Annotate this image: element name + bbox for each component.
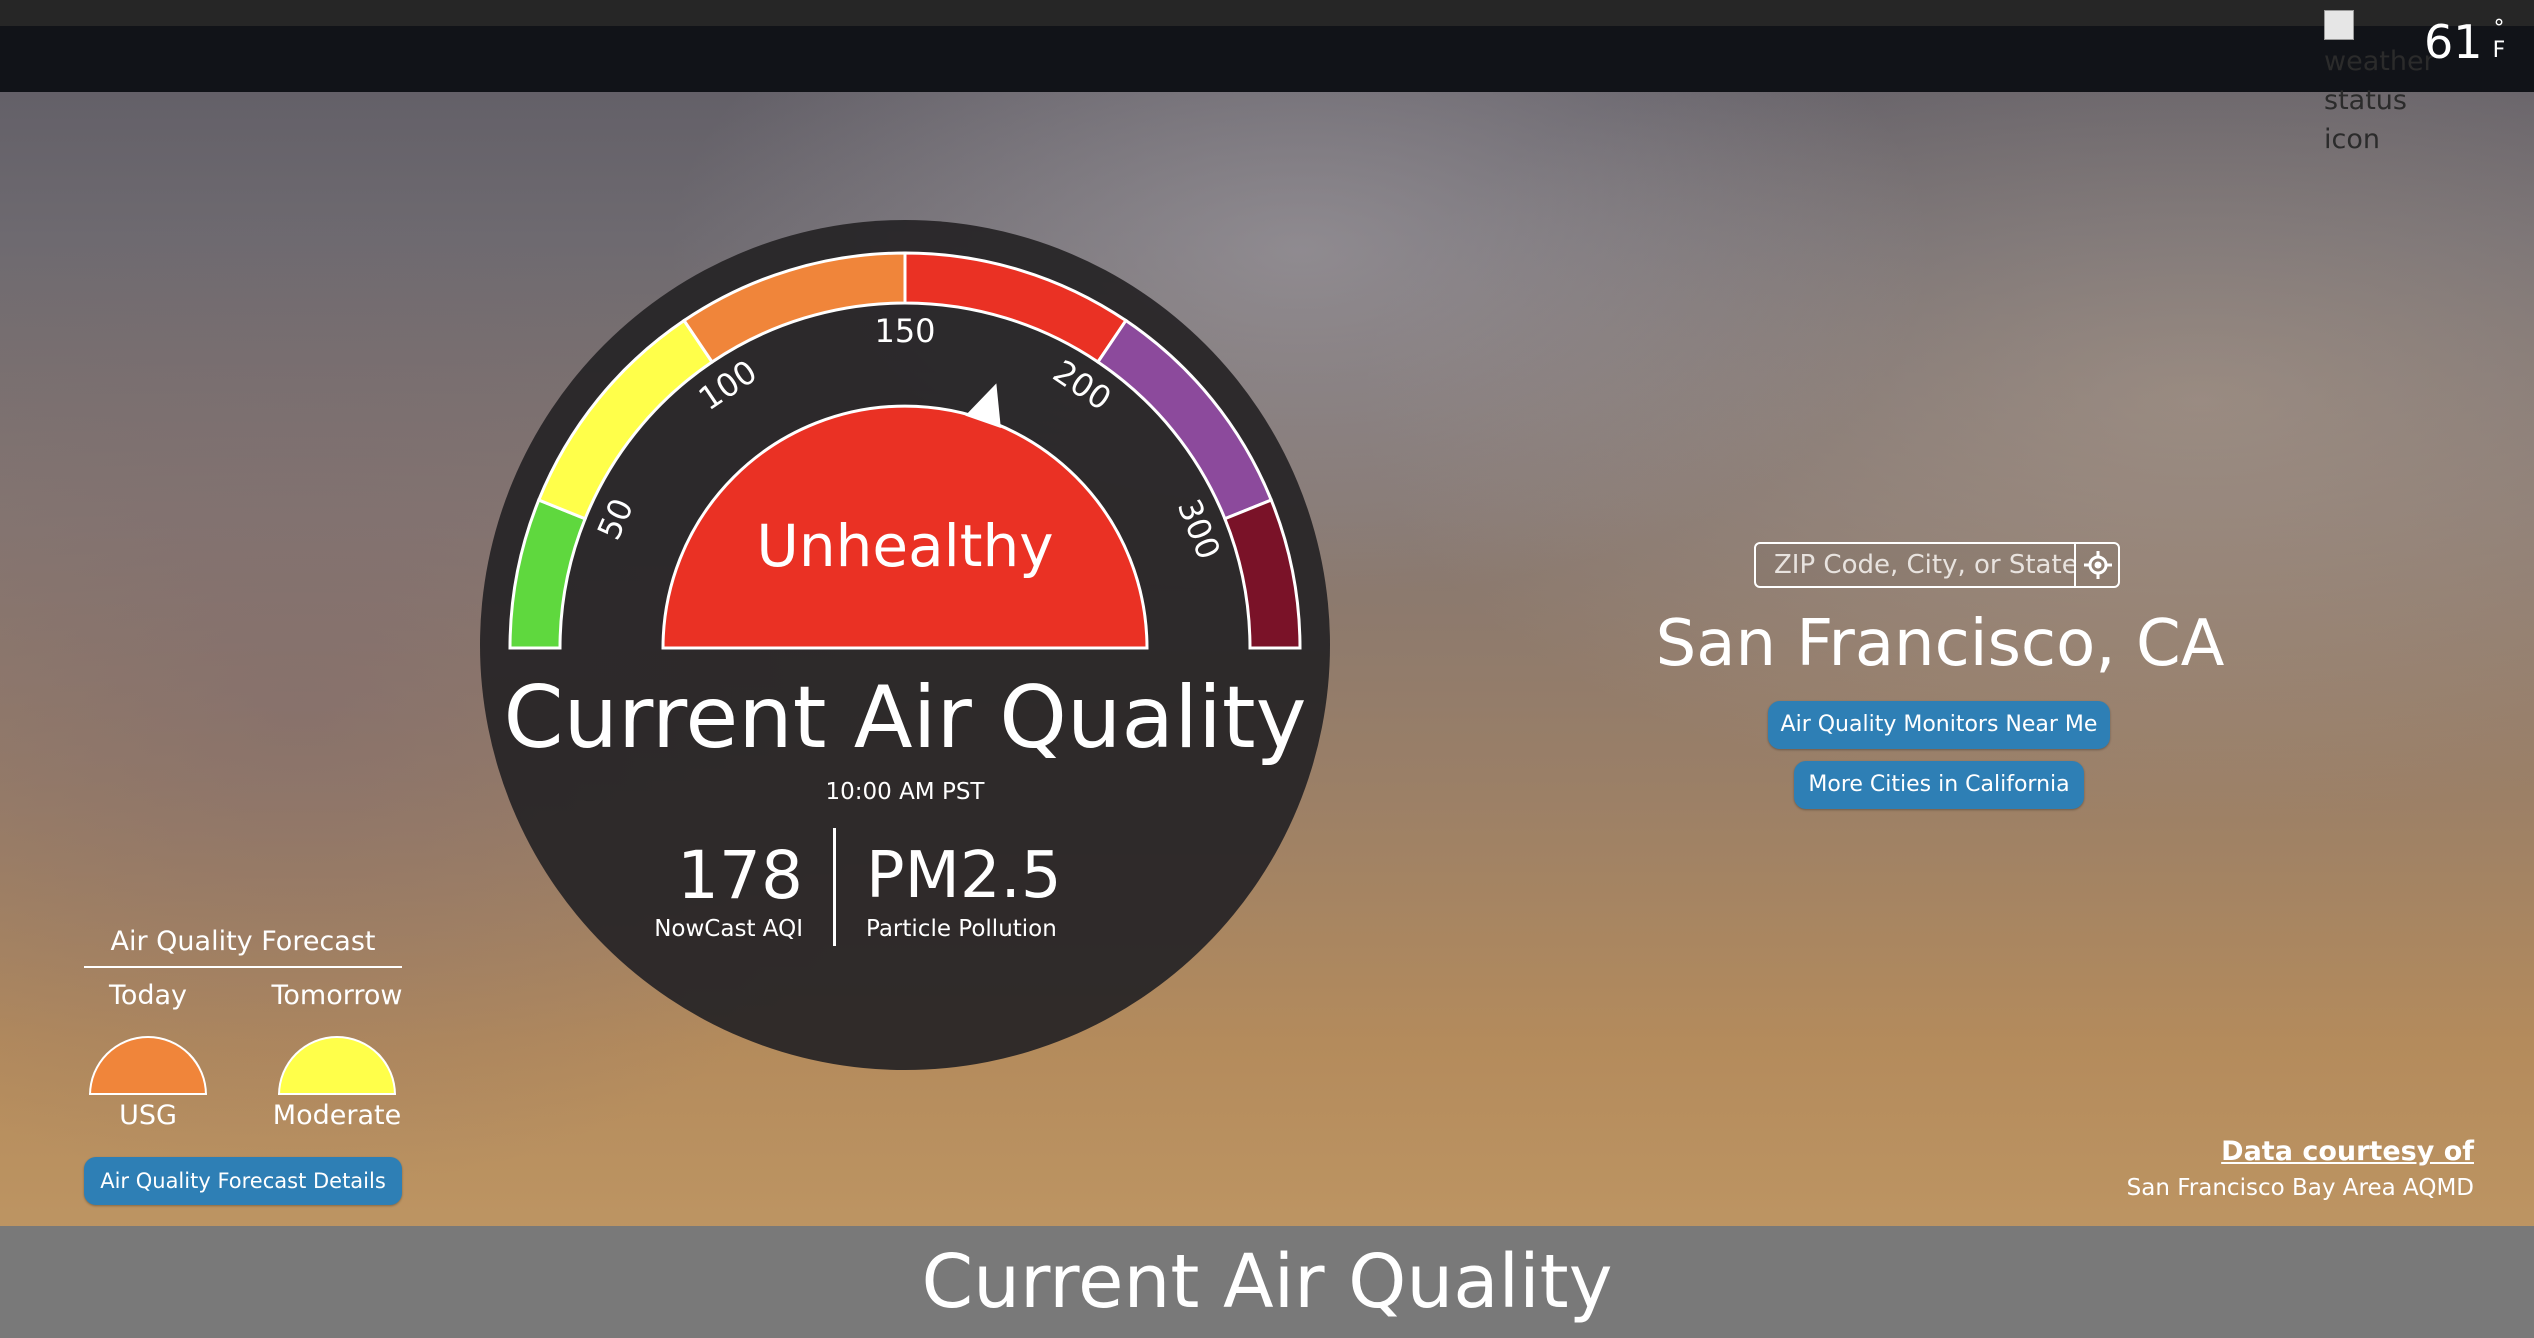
location-search: [1754, 542, 2120, 588]
location-search-input[interactable]: [1756, 544, 2074, 586]
gauge-band-usg: [682, 251, 907, 365]
top-strip: [0, 0, 2534, 26]
data-courtesy-source: San Francisco Bay Area AQMD: [2126, 1175, 2474, 1201]
gauge-band-good: [508, 498, 588, 650]
forecast-details-button[interactable]: Air Quality Forecast Details: [84, 1157, 402, 1205]
forecast-tomorrow-category: Moderate: [272, 1100, 402, 1131]
observation-time: 10:00 AM PST: [825, 779, 985, 805]
temperature-value: 61: [2424, 15, 2483, 69]
gauge-band-unhealthy: [903, 251, 1128, 365]
stats-divider: [833, 828, 836, 946]
forecast-today-dome-icon: [89, 1036, 207, 1095]
temperature-unit: °F: [2488, 18, 2510, 62]
weather-status-icon: weather status icon: [2324, 10, 2434, 160]
forecast-tomorrow-dome-icon: [278, 1036, 396, 1095]
pollutant-name: PM2.5: [866, 839, 1062, 913]
broken-image-icon: [2324, 10, 2354, 40]
forecast-today-category: USG: [119, 1100, 177, 1131]
gauge-band-moderate: [536, 318, 715, 521]
weather-icon-alt-text: weather status icon: [2324, 46, 2434, 155]
top-navigation-bar: [0, 26, 2534, 92]
data-courtesy-link[interactable]: Data courtesy of: [2100, 1134, 2474, 1170]
footer-title: Current Air Quality: [921, 1239, 1613, 1325]
crosshair-icon: [2084, 551, 2112, 579]
forecast-title: Air Quality Forecast: [110, 926, 376, 957]
forecast-today-label: Today: [108, 980, 188, 1011]
nowcast-aqi-value: 178: [677, 837, 803, 914]
forecast-tomorrow-label: Tomorrow: [271, 980, 403, 1011]
more-cities-button[interactable]: More Cities in California: [1794, 761, 2084, 809]
pollutant-label: Particle Pollution: [866, 916, 1057, 942]
nowcast-aqi-label: NowCast AQI: [654, 916, 803, 942]
forecast-divider: [84, 966, 402, 968]
gauge-band-hazardous: [1222, 498, 1302, 650]
temperature-unit-text: °F: [2492, 16, 2506, 63]
monitors-near-me-button[interactable]: Air Quality Monitors Near Me: [1768, 701, 2110, 749]
gauge-category-label: Unhealthy: [756, 512, 1053, 580]
locate-me-button[interactable]: [2074, 544, 2120, 586]
gauge-scale-label: 150: [874, 312, 935, 350]
location-name: San Francisco, CA: [1655, 607, 2225, 681]
current-air-quality-title: Current Air Quality: [503, 668, 1307, 768]
gauge-scale-label: 50: [590, 493, 641, 546]
gauge-band-very-unhealthy: [1095, 318, 1274, 521]
